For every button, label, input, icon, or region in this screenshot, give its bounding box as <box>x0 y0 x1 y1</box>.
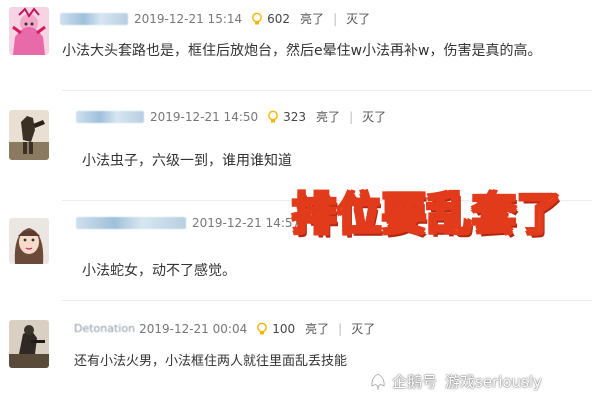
timestamp: 2019-12-21 00:04 <box>139 321 248 336</box>
comment-text: 小法大头套路也是，框住后放炮台，然后e晕住w小法再补w，伤害是真的高。 <box>62 43 542 59</box>
avatar[interactable] <box>9 218 49 264</box>
timestamp: 2019-12-21 14:50 <box>150 109 259 124</box>
avatar[interactable] <box>9 7 49 55</box>
separator: | <box>333 11 338 26</box>
lightbulb-icon <box>257 322 268 334</box>
like-button[interactable]: 亮了 <box>316 108 340 125</box>
watermark-account: 游戏seriously <box>445 373 542 391</box>
dislike-button[interactable]: 灭了 <box>346 10 370 27</box>
username-blurred[interactable] <box>76 217 186 229</box>
like-button[interactable]: 亮了 <box>300 10 324 27</box>
like-button[interactable]: 亮了 <box>305 320 329 337</box>
divider <box>62 300 592 301</box>
like-count: 323 <box>283 109 307 124</box>
username-blurred[interactable] <box>60 12 128 25</box>
separator: | <box>338 321 343 336</box>
timestamp: 2019-12-21 14:57 <box>192 216 301 230</box>
comment-item: 2019-12-21 15:14 602 亮了 | 灭了 小法大头套路也是，框住… <box>0 0 600 90</box>
username[interactable]: Detonation <box>74 322 135 335</box>
avatar[interactable] <box>9 110 49 160</box>
username-blurred[interactable] <box>76 110 144 123</box>
lightbulb-icon <box>252 12 263 24</box>
comment-meta: 2019-12-21 15:14 602 亮了 | 灭了 <box>60 10 370 27</box>
divider <box>62 90 592 91</box>
penguin-logo-icon <box>371 373 385 390</box>
comment-text: 小法蛇女，动不了感觉。 <box>82 263 236 279</box>
comment-text: 还有小法火男，小法框住两人就往里面乱丢技能 <box>74 354 348 369</box>
overlay-title: 排位要乱套了 <box>291 188 562 241</box>
watermark-brand: 企鹅号 <box>392 373 438 391</box>
like-count: 602 <box>267 11 291 26</box>
comment-meta: Detonation 2019-12-21 00:04 100 亮了 | 灭了 <box>74 320 375 337</box>
comment-meta: 2019-12-21 14:50 323 亮了 | 灭了 <box>76 108 386 125</box>
dislike-button[interactable]: 灭了 <box>362 108 386 125</box>
comment-meta: 2019-12-21 14:57 <box>76 216 308 230</box>
like-count: 100 <box>272 321 296 336</box>
comment-text: 小法虫子，六级一到，谁用谁知道 <box>82 153 292 169</box>
timestamp: 2019-12-21 15:14 <box>134 11 243 26</box>
avatar[interactable] <box>9 320 49 368</box>
lightbulb-icon <box>268 110 279 122</box>
dislike-button[interactable]: 灭了 <box>351 320 375 337</box>
separator: | <box>349 109 354 124</box>
watermark: 企鹅号 游戏seriously <box>368 371 542 392</box>
